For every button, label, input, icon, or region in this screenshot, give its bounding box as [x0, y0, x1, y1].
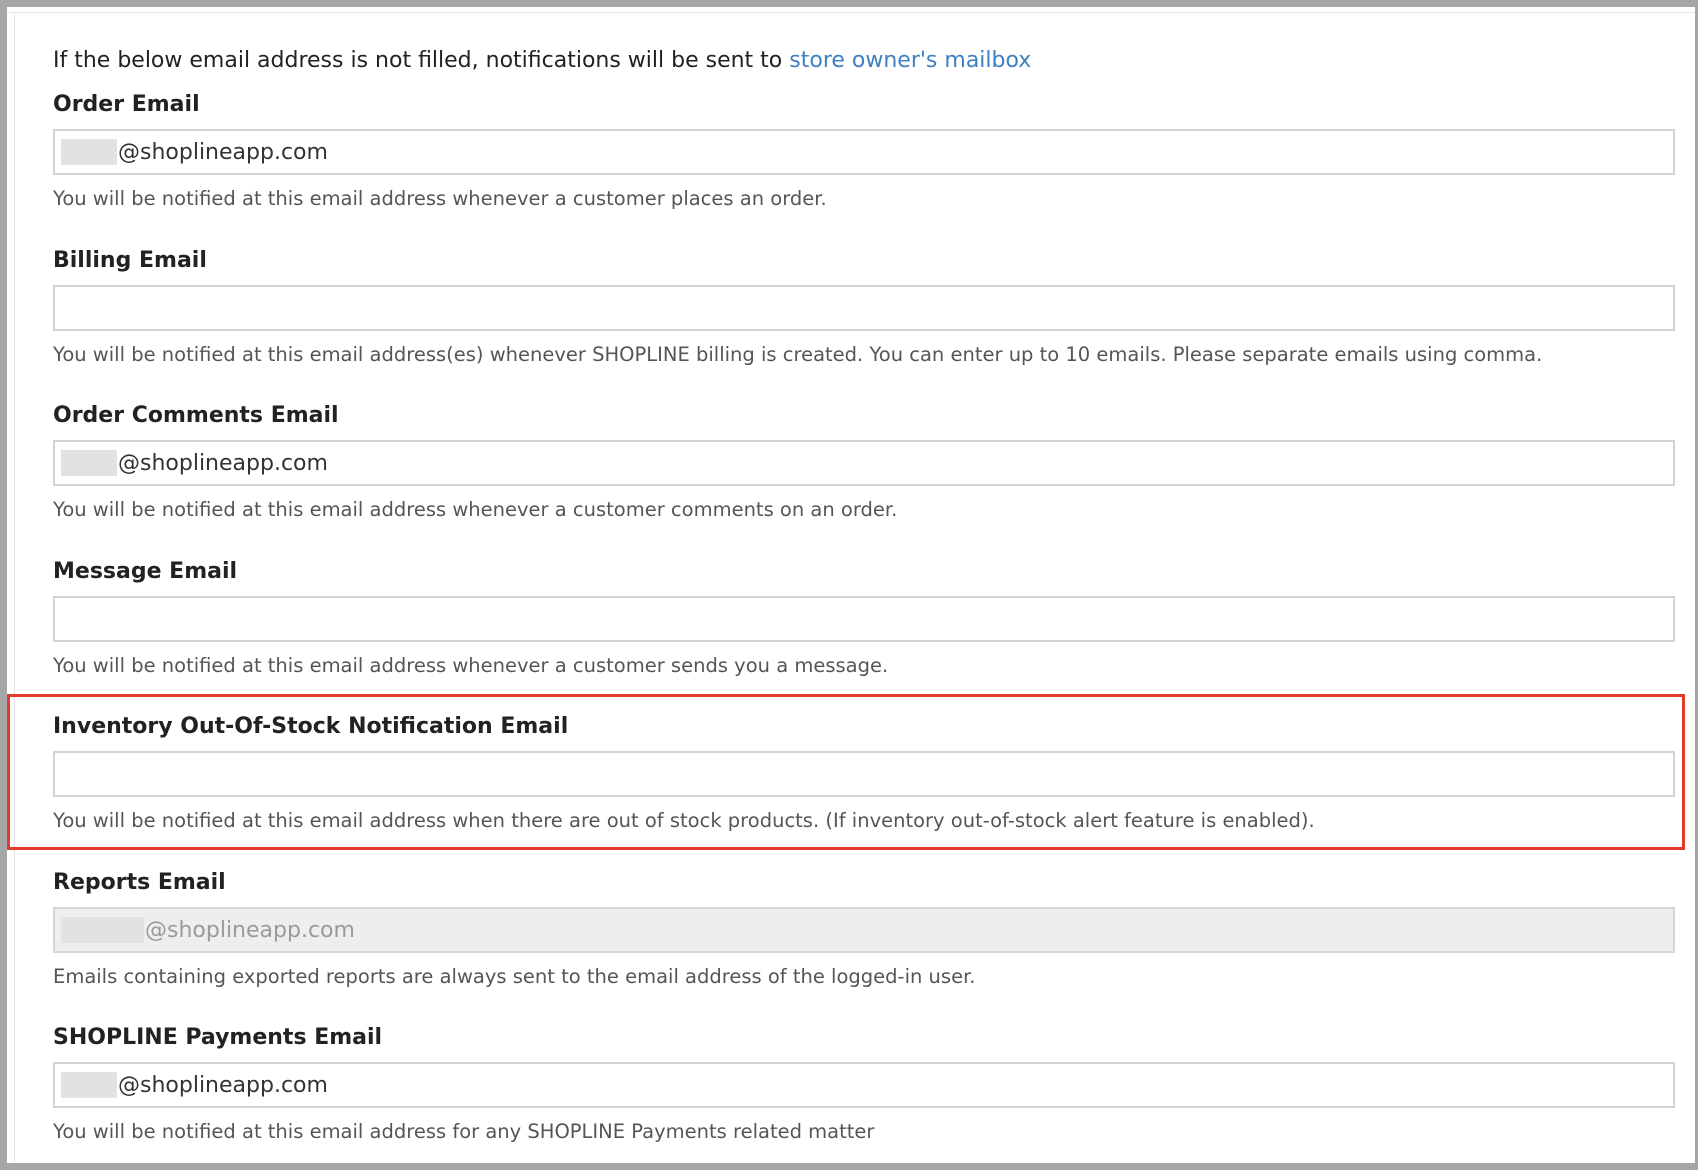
intro-message: If the below email address is not filled… [53, 48, 790, 73]
reports-email-value: @shoplineapp.com [145, 917, 355, 943]
message-email-label: Message Email [53, 559, 238, 584]
panel-divider-top [7, 12, 1695, 13]
store-owner-mailbox-link[interactable]: store owner's mailbox [789, 48, 1031, 73]
intro-text: If the below email address is not filled… [53, 44, 1031, 78]
payments-email-group: SHOPLINE Payments Email @shoplineapp.com… [53, 1023, 1675, 1145]
order-comments-email-label: Order Comments Email [53, 403, 339, 428]
order-comments-email-input[interactable]: @shoplineapp.com [53, 440, 1675, 486]
order-email-value: @shoplineapp.com [118, 139, 328, 165]
order-comments-email-help: You will be notified at this email addre… [53, 498, 898, 521]
order-email-help: You will be notified at this email addre… [53, 187, 827, 210]
redacted-text [61, 139, 117, 165]
billing-email-group: Billing Email You will be notified at th… [53, 246, 1675, 368]
message-email-group: Message Email You will be notified at th… [53, 557, 1675, 679]
order-comments-email-value: @shoplineapp.com [118, 450, 328, 476]
billing-email-help: You will be notified at this email addre… [53, 343, 1543, 366]
billing-email-input[interactable] [53, 285, 1675, 331]
payments-email-help: You will be notified at this email addre… [53, 1120, 875, 1143]
billing-email-label: Billing Email [53, 248, 207, 273]
order-email-input[interactable]: @shoplineapp.com [53, 129, 1675, 175]
redacted-text [61, 917, 144, 943]
message-email-help: You will be notified at this email addre… [53, 654, 889, 677]
message-email-input[interactable] [53, 596, 1675, 642]
order-comments-email-group: Order Comments Email @shoplineapp.com Yo… [53, 401, 1675, 523]
payments-email-label: SHOPLINE Payments Email [53, 1025, 383, 1050]
panel-divider-left [14, 12, 15, 1163]
inventory-email-input[interactable] [53, 751, 1675, 797]
redacted-text [61, 450, 117, 476]
reports-email-group: Reports Email @shoplineapp.com Emails co… [53, 868, 1675, 990]
reports-email-help: Emails containing exported reports are a… [53, 965, 976, 988]
order-email-group: Order Email @shoplineapp.com You will be… [53, 90, 1675, 212]
inventory-email-label: Inventory Out-Of-Stock Notification Emai… [53, 714, 569, 739]
order-email-label: Order Email [53, 92, 200, 117]
payments-email-input[interactable]: @shoplineapp.com [53, 1062, 1675, 1108]
inventory-email-group: Inventory Out-Of-Stock Notification Emai… [53, 712, 1675, 834]
inventory-email-help: You will be notified at this email addre… [53, 809, 1315, 832]
reports-email-label: Reports Email [53, 870, 226, 895]
reports-email-input: @shoplineapp.com [53, 907, 1675, 953]
payments-email-value: @shoplineapp.com [118, 1072, 328, 1098]
redacted-text [61, 1072, 117, 1098]
